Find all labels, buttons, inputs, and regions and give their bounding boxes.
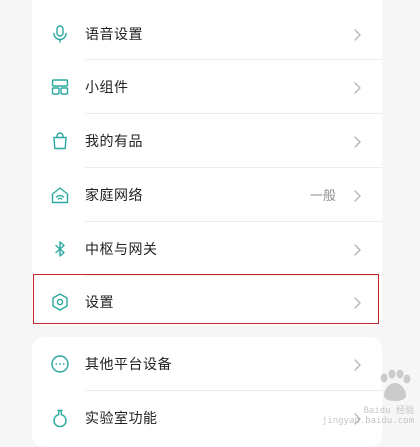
chevron-right-icon	[352, 295, 362, 309]
menu-item-label: 中枢与网关	[85, 241, 158, 258]
menu-item-label: 实验室功能	[85, 410, 158, 427]
chevron-right-icon	[352, 188, 362, 202]
menu-item-label: 我的有品	[85, 133, 143, 150]
menu-item-hub-gateway[interactable]: 中枢与网关	[32, 222, 382, 275]
settings-hexagon-icon	[50, 292, 70, 312]
menu-item-my-youpin[interactable]: 我的有品	[32, 114, 382, 167]
chevron-right-icon	[352, 80, 362, 94]
menu-item-label: 语音设置	[85, 26, 143, 43]
paw-logo-icon	[380, 369, 411, 401]
watermark-url: jingyan.baidu.com	[321, 416, 414, 426]
network-status-value: 一般	[309, 189, 336, 204]
bluetooth-icon	[50, 239, 70, 259]
menu-item-label: 其他平台设备	[85, 356, 172, 373]
shopping-bag-icon	[50, 131, 70, 151]
menu-item-label: 小组件	[85, 79, 129, 96]
chevron-right-icon	[352, 134, 362, 148]
settings-card-main: 语音设置 小组件 我的有品 家庭网络 一般 中枢与网关 设置	[32, 0, 382, 326]
chevron-right-icon	[352, 27, 362, 41]
menu-item-widgets[interactable]: 小组件	[32, 60, 382, 113]
menu-item-label: 家庭网络	[85, 187, 143, 204]
menu-item-voice-settings[interactable]: 语音设置	[32, 7, 382, 60]
chevron-right-icon	[352, 242, 362, 256]
menu-item-settings[interactable]: 设置	[32, 275, 382, 328]
widgets-icon	[50, 77, 70, 97]
menu-item-label: 设置	[85, 294, 114, 311]
menu-item-home-network[interactable]: 家庭网络 一般	[32, 168, 382, 221]
microphone-icon	[50, 24, 70, 44]
watermark-brand: Baidu 经验	[363, 406, 414, 416]
flask-icon	[50, 408, 70, 428]
more-dots-icon	[50, 354, 70, 374]
baidu-watermark: Baidu 经验 jingyan.baidu.com	[322, 369, 414, 426]
home-wifi-icon	[50, 185, 70, 205]
